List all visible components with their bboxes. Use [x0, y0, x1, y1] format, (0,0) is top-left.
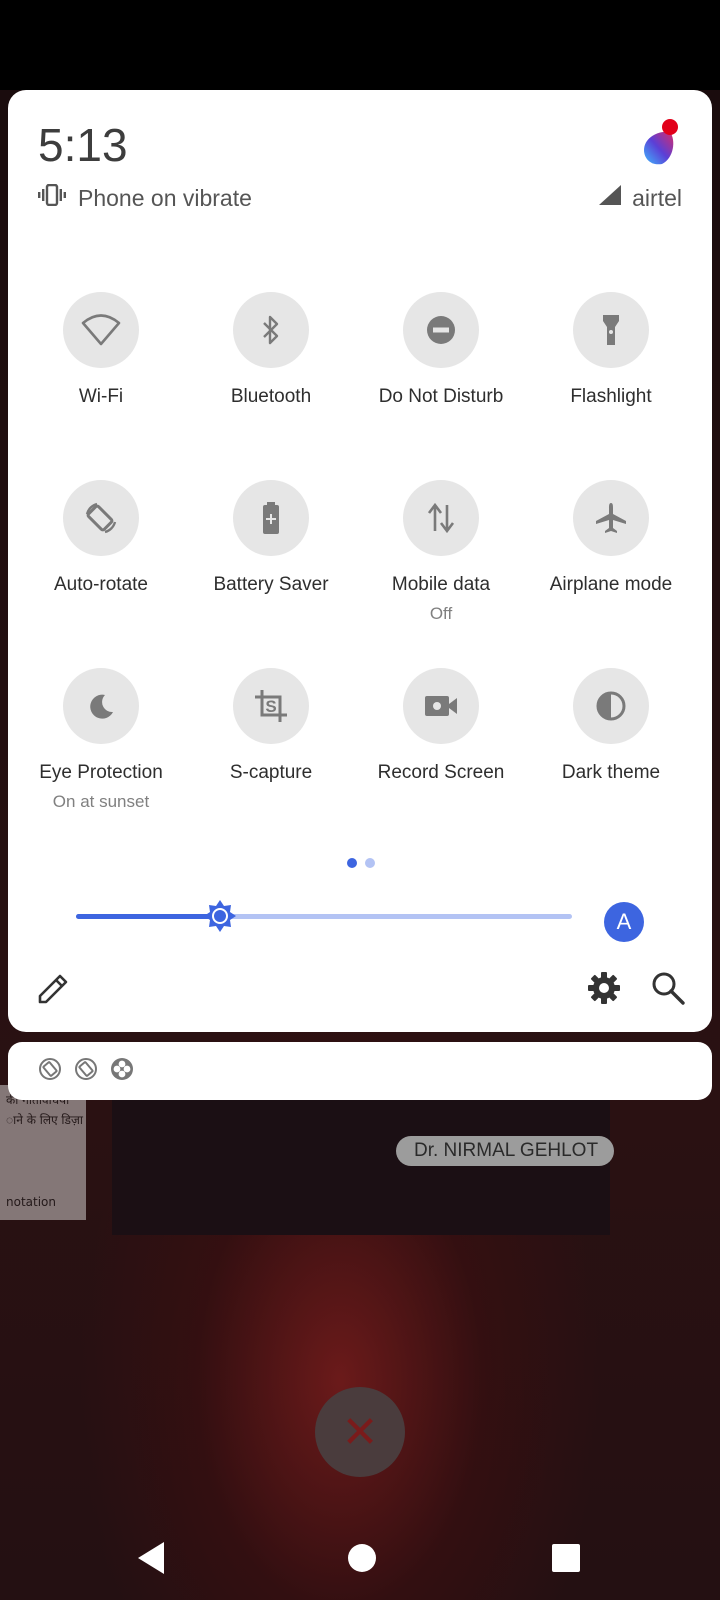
ringer-status: Phone on vibrate [38, 180, 252, 216]
tile-mobile-data[interactable]: Mobile data Off [356, 480, 526, 624]
tile-sublabel: Off [429, 604, 453, 623]
mobile-data-icon[interactable] [403, 480, 479, 556]
airplane-icon[interactable] [573, 480, 649, 556]
tile-label: Record Screen [377, 762, 505, 783]
page-indicator [347, 858, 375, 868]
screen-capture-icon [74, 1057, 98, 1086]
tile-label: Auto-rotate [54, 574, 148, 595]
moon-icon[interactable] [63, 668, 139, 744]
recents-icon[interactable] [546, 1538, 586, 1578]
s-capture-icon[interactable]: S [233, 668, 309, 744]
video-camera-icon[interactable] [403, 668, 479, 744]
tile-label: Bluetooth [230, 386, 312, 407]
background-close-button: ✕ [315, 1387, 405, 1477]
do-not-disturb-icon[interactable] [403, 292, 479, 368]
tile-eye-protection[interactable]: Eye Protection On at sunset [16, 668, 186, 812]
background-doc-line: ाने के लिए डिज़ा [6, 1113, 83, 1127]
tile-label: Dark theme [561, 762, 661, 783]
brightness-slider[interactable] [76, 898, 572, 934]
tile-wifi[interactable]: Wi-Fi [16, 292, 186, 408]
back-icon[interactable] [132, 1538, 172, 1578]
tile-airplane-mode[interactable]: Airplane mode [526, 480, 696, 596]
flashlight-icon[interactable] [573, 292, 649, 368]
tile-dark-theme[interactable]: Dark theme [526, 668, 696, 784]
clock[interactable]: 5:13 [38, 118, 128, 172]
tile-do-not-disturb[interactable]: Do Not Disturb [356, 292, 526, 408]
background-document-thumbnail: की गतिविधियों ाने के लिए डिज़ा notation [0, 1085, 86, 1220]
tile-label: Airplane mode [549, 574, 673, 595]
tile-record-screen[interactable]: Record Screen [356, 668, 526, 784]
search-icon[interactable] [650, 970, 686, 1006]
tile-sublabel: On at sunset [52, 792, 150, 811]
background-doc-line: notation [6, 1195, 56, 1209]
signal-icon [598, 184, 622, 212]
background-video-name: Dr. NIRMAL GEHLOT [396, 1136, 614, 1166]
tile-label: Battery Saver [213, 574, 329, 595]
navigation-bar [0, 1518, 720, 1600]
bluetooth-icon[interactable] [233, 292, 309, 368]
tile-label: Flashlight [570, 386, 652, 407]
tile-label: S-capture [229, 762, 313, 783]
tile-bluetooth[interactable]: Bluetooth [186, 292, 356, 408]
tile-auto-rotate[interactable]: Auto-rotate [16, 480, 186, 596]
carrier-status: airtel [598, 180, 682, 216]
tile-flashlight[interactable]: Flashlight [526, 292, 696, 408]
svg-text:S: S [265, 697, 276, 716]
tile-label: Eye Protection [39, 762, 163, 783]
gear-icon[interactable] [586, 970, 622, 1006]
wifi-icon[interactable] [63, 292, 139, 368]
notification-strip[interactable] [8, 1042, 712, 1100]
ringer-label: Phone on vibrate [78, 184, 252, 211]
screen-capture-icon [38, 1057, 62, 1086]
tile-battery-saver[interactable]: Battery Saver [186, 480, 356, 596]
dark-theme-icon[interactable] [573, 668, 649, 744]
tile-label: Wi-Fi [78, 386, 124, 407]
fan-icon [110, 1057, 134, 1086]
assistant-app-icon[interactable] [636, 118, 684, 168]
vibrate-icon [38, 183, 66, 212]
tile-s-capture[interactable]: S S-capture [186, 668, 356, 784]
brightness-sun-icon[interactable] [203, 899, 237, 933]
page-dot-active[interactable] [347, 858, 357, 868]
edit-pencil-icon[interactable] [36, 970, 72, 1006]
page-dot[interactable] [365, 858, 375, 868]
auto-brightness-button[interactable]: A [604, 902, 644, 942]
auto-rotate-icon[interactable] [63, 480, 139, 556]
carrier-label: airtel [632, 184, 682, 211]
quick-settings-panel: 5:13 Phone on vibrate airtel Wi-Fi Bluet… [8, 90, 712, 1032]
tile-label: Mobile data [391, 574, 491, 595]
home-icon[interactable] [342, 1538, 382, 1578]
tile-label: Do Not Disturb [378, 386, 504, 407]
battery-saver-icon[interactable] [233, 480, 309, 556]
slider-fill [76, 914, 220, 919]
